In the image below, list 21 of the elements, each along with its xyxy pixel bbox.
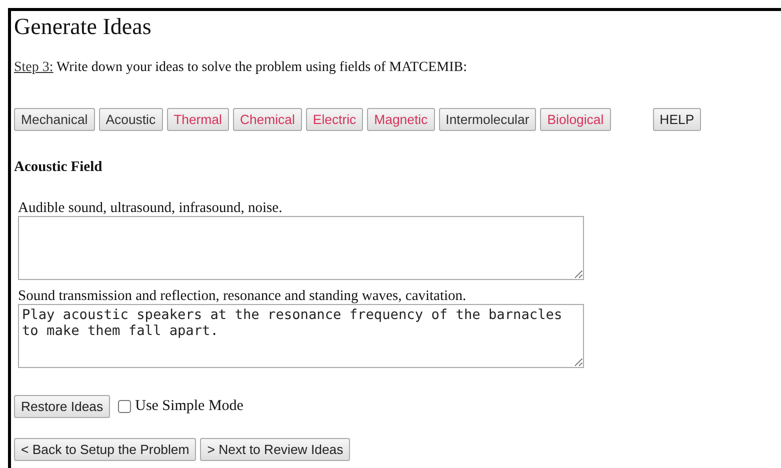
back-button[interactable]: < Back to Setup the Problem [14,438,196,461]
field-button[interactable]: Magnetic [367,108,435,131]
page-title: Generate Ideas [14,14,152,40]
field-button[interactable]: Biological [540,108,611,131]
field-button[interactable]: Thermal [166,108,229,131]
idea-input-field[interactable] [18,216,584,280]
prompt-label: Sound transmission and reflection, resonance and standing waves, cavitation. [17,288,468,304]
field-button[interactable]: Electric [306,108,364,131]
restore-ideas-button[interactable]: Restore Ideas [14,395,110,418]
field-button[interactable]: Mechanical [14,108,95,131]
step-instruction: Step 3: Write down your ideas to solve the problem using fields of MATCEMIB: [14,60,468,76]
idea-input-field[interactable]: Play acoustic speakers at the resonance frequency of the barnacles to make them fall apart. [18,304,584,368]
next-button[interactable]: > Next to Review Ideas [200,438,350,461]
field-button[interactable]: Intermolecular [438,108,536,131]
field-button[interactable]: Acoustic [98,108,163,131]
field-button[interactable]: Chemical [232,108,302,131]
help-button[interactable]: HELP [652,108,702,131]
simple-mode-label: Use Simple Mode [135,398,244,415]
prompt-label: Audible sound, ultrasound, infrasound, noise. [17,200,284,216]
section-title: Acoustic Field [14,159,104,176]
simple-mode-checkbox[interactable] [118,400,132,413]
